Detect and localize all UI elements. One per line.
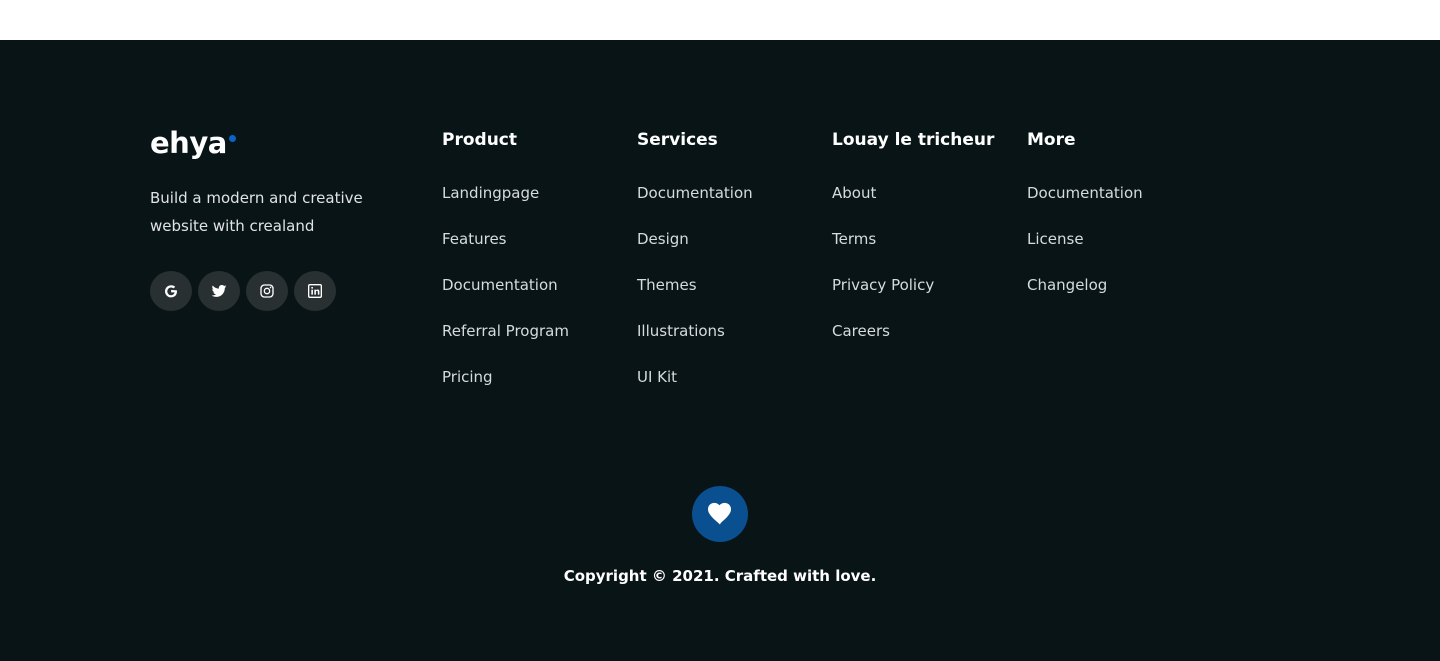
logo-text: ehya	[150, 126, 227, 160]
footer-link-documentation[interactable]: Documentation	[442, 275, 569, 321]
link-list: Documentation License Changelog	[1027, 183, 1143, 321]
heart-icon	[707, 502, 733, 526]
link-list: About Terms Privacy Policy Careers	[832, 183, 994, 367]
footer-link-illustrations[interactable]: Illustrations	[637, 321, 753, 367]
instagram-button[interactable]	[246, 271, 288, 311]
site-footer: ehya Build a modern and creative website…	[0, 40, 1440, 661]
logo-dot	[228, 135, 236, 142]
linkedin-icon	[307, 283, 323, 299]
footer-link-documentation[interactable]: Documentation	[637, 183, 753, 229]
google-icon	[163, 283, 179, 299]
footer-link-license[interactable]: License	[1027, 229, 1143, 275]
google-button[interactable]	[150, 271, 192, 311]
footer-column-services: Services Documentation Design Themes Ill…	[637, 129, 753, 413]
social-links	[150, 271, 400, 311]
column-title: Services	[637, 130, 718, 150]
logo[interactable]: ehya	[150, 126, 400, 160]
copyright-text: Copyright © 2021. Crafted with love.	[563, 567, 877, 585]
link-list: Documentation Design Themes Illustration…	[637, 183, 753, 413]
footer-column-company: Louay le tricheur About Terms Privacy Po…	[832, 129, 994, 367]
footer-column-more: More Documentation License Changelog	[1027, 129, 1143, 321]
column-title: Product	[442, 130, 517, 150]
linkedin-button[interactable]	[294, 271, 336, 311]
footer-link-terms[interactable]: Terms	[832, 229, 994, 275]
footer-link-ui-kit[interactable]: UI Kit	[637, 367, 753, 413]
footer-link-privacy-policy[interactable]: Privacy Policy	[832, 275, 994, 321]
footer-link-design[interactable]: Design	[637, 229, 753, 275]
footer-link-careers[interactable]: Careers	[832, 321, 994, 367]
instagram-icon	[259, 283, 275, 299]
link-list: Landingpage Features Documentation Refer…	[442, 183, 569, 413]
twitter-button[interactable]	[198, 271, 240, 311]
footer-link-about[interactable]: About	[832, 183, 994, 229]
column-title: More	[1027, 130, 1076, 150]
footer-link-features[interactable]: Features	[442, 229, 569, 275]
twitter-icon	[211, 283, 227, 299]
footer-link-changelog[interactable]: Changelog	[1027, 275, 1143, 321]
footer-link-referral-program[interactable]: Referral Program	[442, 321, 569, 367]
footer-link-documentation[interactable]: Documentation	[1027, 183, 1143, 229]
top-white-strip	[0, 0, 1440, 40]
heart-badge	[692, 486, 748, 542]
footer-link-themes[interactable]: Themes	[637, 275, 753, 321]
column-title: Louay le tricheur	[832, 130, 995, 150]
brand-column: ehya Build a modern and creative website…	[150, 126, 400, 311]
footer-link-pricing[interactable]: Pricing	[442, 367, 569, 413]
footer-link-landingpage[interactable]: Landingpage	[442, 183, 569, 229]
brand-tagline: Build a modern and creative website with…	[150, 189, 363, 235]
footer-column-product: Product Landingpage Features Documentati…	[442, 129, 569, 413]
